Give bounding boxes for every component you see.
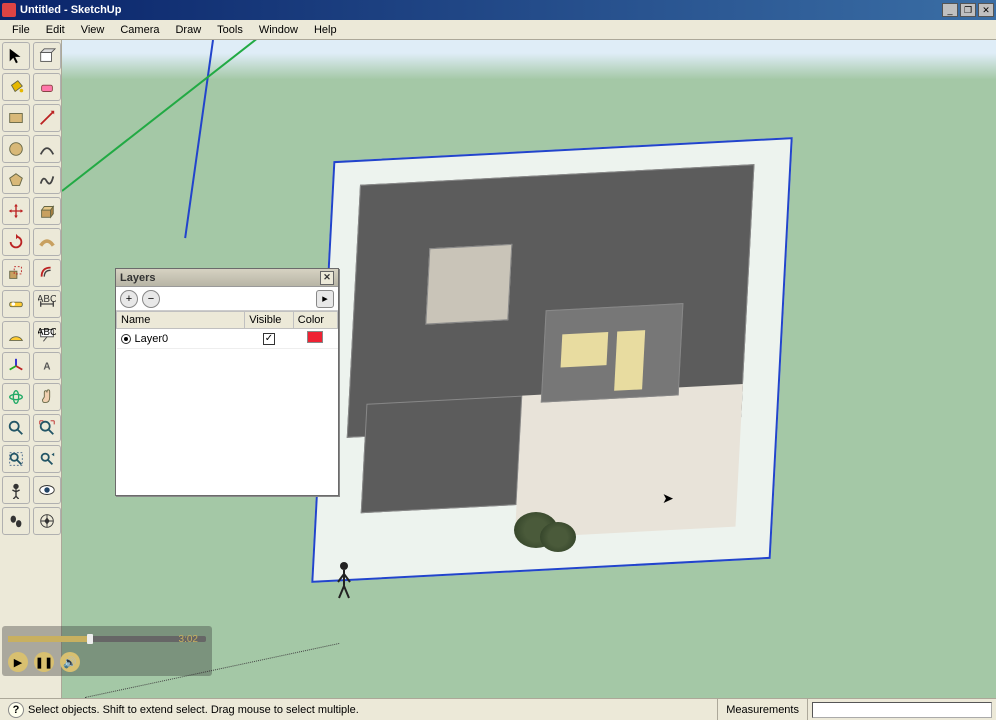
scale-tool[interactable] bbox=[2, 259, 30, 287]
position-camera-tool[interactable] bbox=[2, 476, 30, 504]
follow-me-tool[interactable] bbox=[33, 228, 61, 256]
make-component-tool[interactable] bbox=[33, 42, 61, 70]
title-bar: Untitled - SketchUp _ ❐ ✕ bbox=[0, 0, 996, 20]
pan-tool[interactable] bbox=[33, 383, 61, 411]
active-layer-radio[interactable] bbox=[121, 334, 131, 344]
layers-panel-header[interactable]: Layers ✕ bbox=[116, 269, 338, 287]
video-timeline[interactable]: 3:02 bbox=[8, 632, 206, 646]
model-floorplan[interactable] bbox=[311, 137, 792, 583]
rectangle-tool[interactable] bbox=[2, 104, 30, 132]
layers-toolbar: + − ▸ bbox=[116, 287, 338, 311]
video-pause-button[interactable]: ❚❚ bbox=[34, 652, 54, 672]
menu-camera[interactable]: Camera bbox=[112, 22, 167, 38]
previous-view-tool[interactable] bbox=[33, 445, 61, 473]
svg-text:ABC: ABC bbox=[38, 327, 56, 338]
svg-text:A: A bbox=[43, 362, 50, 373]
col-color[interactable]: Color bbox=[293, 312, 337, 329]
axes-tool[interactable] bbox=[2, 352, 30, 380]
layers-table: Name Visible Color Layer0 ✓ bbox=[116, 311, 338, 349]
tree-bush bbox=[540, 522, 576, 552]
toolbar-left: ABC ABC A bbox=[0, 40, 62, 700]
layers-panel[interactable]: Layers ✕ + − ▸ Name Visible Color Layer0… bbox=[115, 268, 339, 496]
status-hint: Select objects. Shift to extend select. … bbox=[28, 704, 359, 716]
minimize-button[interactable]: _ bbox=[942, 3, 958, 17]
move-tool[interactable] bbox=[2, 197, 30, 225]
layer-name: Layer0 bbox=[135, 333, 169, 345]
zoom-extents-tool[interactable] bbox=[33, 414, 61, 442]
col-visible[interactable]: Visible bbox=[245, 312, 294, 329]
text-tool[interactable]: ABC bbox=[33, 321, 61, 349]
walk-tool[interactable] bbox=[2, 507, 30, 535]
paint-bucket-tool[interactable] bbox=[2, 73, 30, 101]
col-name[interactable]: Name bbox=[117, 312, 245, 329]
select-tool[interactable] bbox=[2, 42, 30, 70]
tape-measure-tool[interactable] bbox=[2, 290, 30, 318]
freehand-tool[interactable] bbox=[33, 166, 61, 194]
menu-bar: File Edit View Camera Draw Tools Window … bbox=[0, 20, 996, 40]
menu-view[interactable]: View bbox=[73, 22, 113, 38]
layer-visible-checkbox[interactable]: ✓ bbox=[263, 333, 275, 345]
layer-row[interactable]: Layer0 ✓ bbox=[117, 329, 338, 349]
workspace: ABC ABC A bbox=[0, 40, 996, 700]
offset-tool[interactable] bbox=[33, 259, 61, 287]
video-play-button[interactable]: ▶ bbox=[8, 652, 28, 672]
measurements-label: Measurements bbox=[717, 699, 808, 720]
help-icon[interactable]: ? bbox=[8, 702, 24, 718]
video-scrubber[interactable] bbox=[87, 634, 93, 644]
polygon-tool[interactable] bbox=[2, 166, 30, 194]
menu-window[interactable]: Window bbox=[251, 22, 306, 38]
measurements-input[interactable] bbox=[812, 702, 992, 718]
cursor: ➤ bbox=[662, 490, 674, 507]
status-bar: ? Select objects. Shift to extend select… bbox=[0, 698, 996, 720]
video-duration: 3:02 bbox=[179, 634, 198, 645]
menu-tools[interactable]: Tools bbox=[209, 22, 251, 38]
app-icon bbox=[2, 3, 16, 17]
zoom-window-tool[interactable] bbox=[2, 445, 30, 473]
line-tool[interactable] bbox=[33, 104, 61, 132]
dimension-tool[interactable]: ABC bbox=[33, 290, 61, 318]
menu-file[interactable]: File bbox=[4, 22, 38, 38]
circle-tool[interactable] bbox=[2, 135, 30, 163]
close-button[interactable]: ✕ bbox=[978, 3, 994, 17]
menu-edit[interactable]: Edit bbox=[38, 22, 73, 38]
layer-color-swatch[interactable] bbox=[307, 331, 323, 343]
svg-text:ABC: ABC bbox=[38, 295, 56, 305]
layers-menu-button[interactable]: ▸ bbox=[316, 290, 334, 308]
eraser-tool[interactable] bbox=[33, 73, 61, 101]
arc-tool[interactable] bbox=[33, 135, 61, 163]
scale-figure bbox=[332, 560, 356, 600]
add-layer-button[interactable]: + bbox=[120, 290, 138, 308]
look-around-tool[interactable] bbox=[33, 476, 61, 504]
layers-close-button[interactable]: ✕ bbox=[320, 271, 334, 285]
menu-draw[interactable]: Draw bbox=[167, 22, 209, 38]
layers-title: Layers bbox=[120, 272, 320, 284]
zoom-tool[interactable] bbox=[2, 414, 30, 442]
video-overlay: 3:02 ▶ ❚❚ 🔊 bbox=[2, 626, 212, 676]
window-title: Untitled - SketchUp bbox=[20, 4, 940, 16]
push-pull-tool[interactable] bbox=[33, 197, 61, 225]
restore-button[interactable]: ❐ bbox=[960, 3, 976, 17]
axis-blue bbox=[184, 40, 214, 238]
video-volume-button[interactable]: 🔊 bbox=[60, 652, 80, 672]
protractor-tool[interactable] bbox=[2, 321, 30, 349]
orbit-tool[interactable] bbox=[2, 383, 30, 411]
3d-text-tool[interactable]: A bbox=[33, 352, 61, 380]
remove-layer-button[interactable]: − bbox=[142, 290, 160, 308]
axis-green bbox=[62, 40, 267, 192]
section-plane-tool[interactable] bbox=[33, 507, 61, 535]
rotate-tool[interactable] bbox=[2, 228, 30, 256]
menu-help[interactable]: Help bbox=[306, 22, 345, 38]
